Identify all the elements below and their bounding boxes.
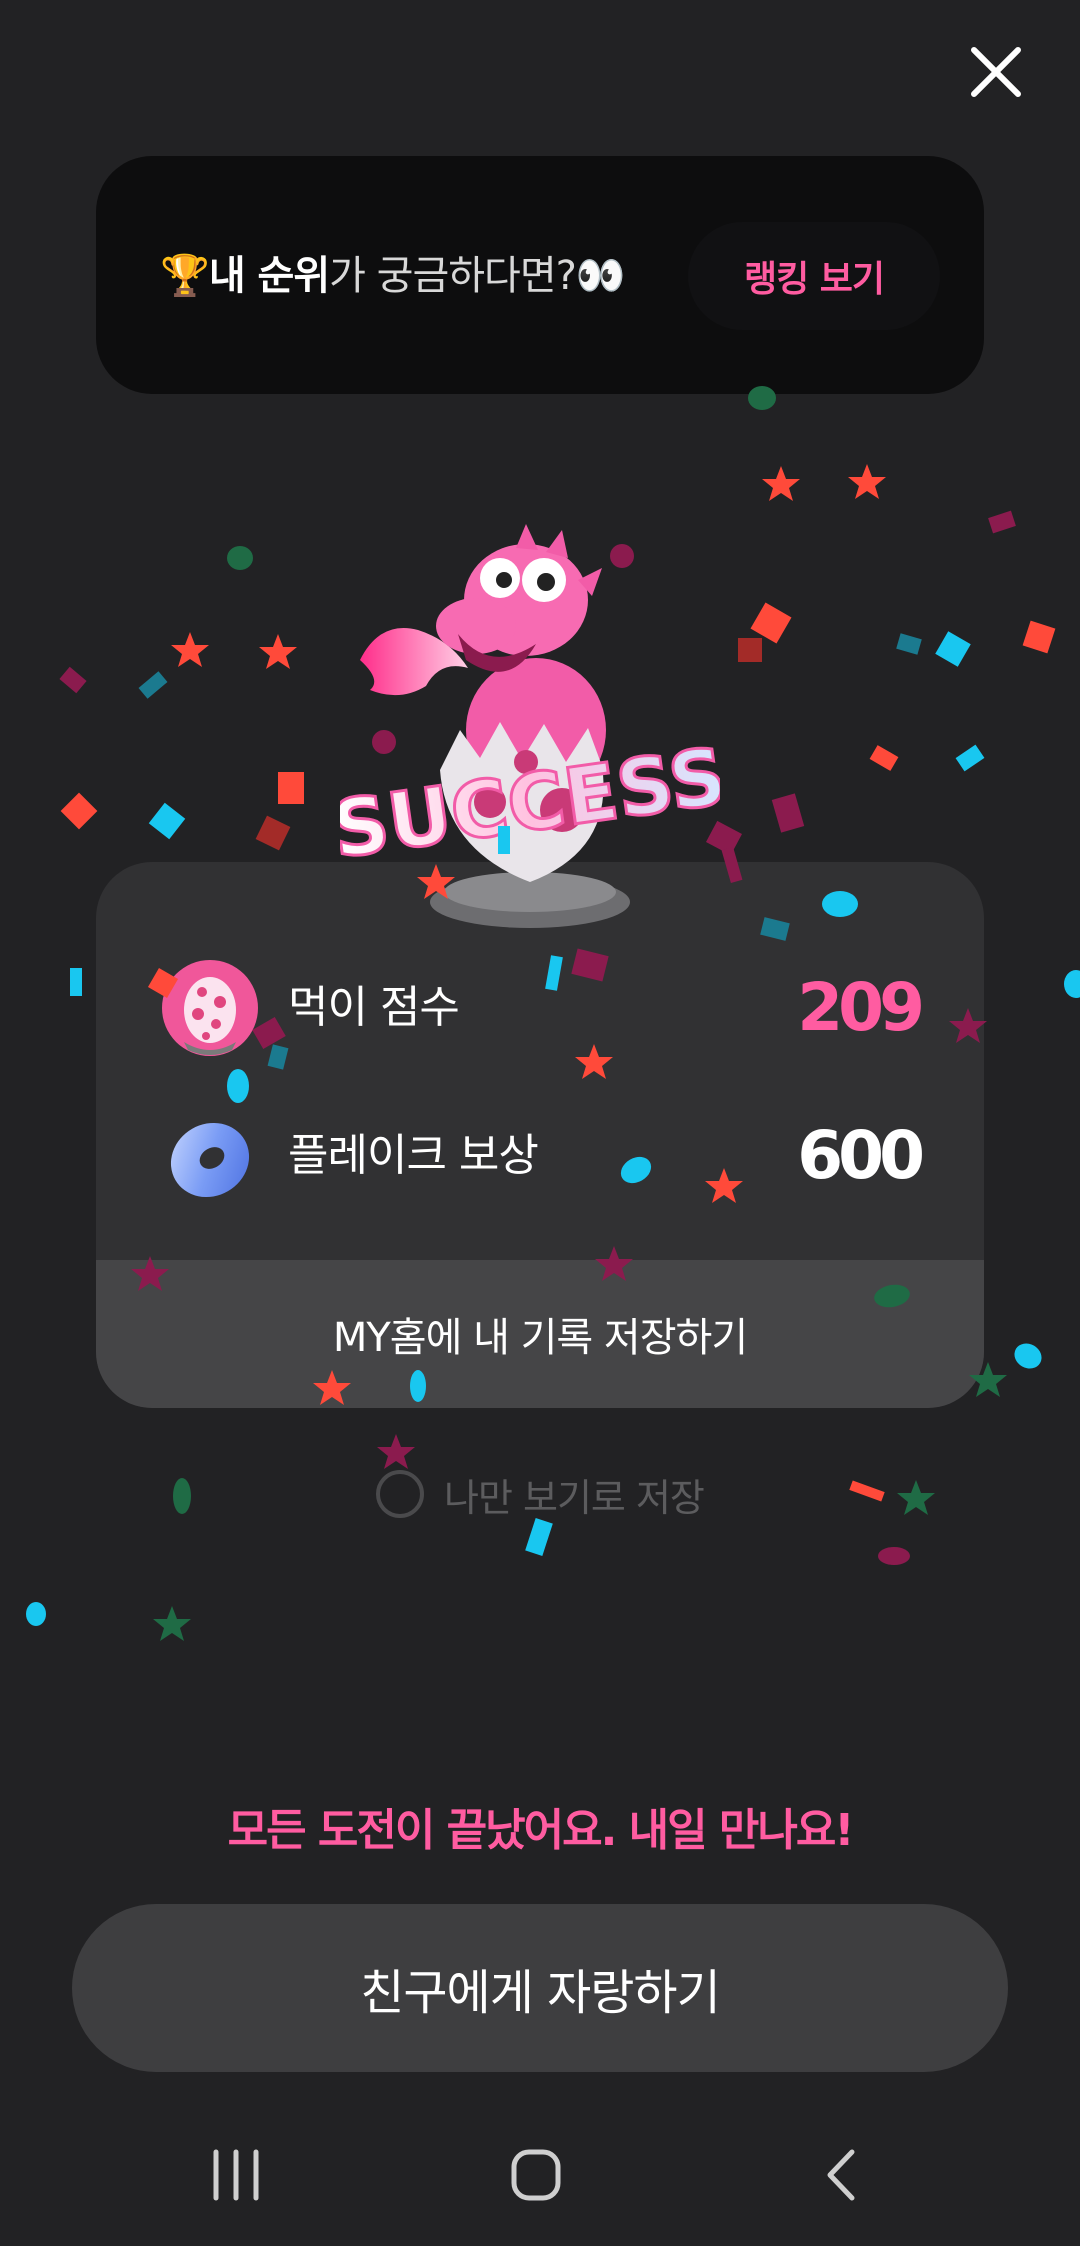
egg-icon xyxy=(162,960,258,1056)
ranking-prompt: 🏆내 순위가 궁금하다면?👀 xyxy=(160,246,626,306)
success-screen: 🏆내 순위가 궁금하다면?👀 랭킹 보기 먹이 점수 209 플레이크 보상 6… xyxy=(0,0,1080,2246)
result-card: 먹이 점수 209 플레이크 보상 600 MY홈에 내 기록 저장하기 xyxy=(96,862,984,1408)
eyes-icon: 👀 xyxy=(575,253,626,299)
ranking-highlight: 내 순위 xyxy=(208,253,330,299)
score-label: 먹이 점수 xyxy=(288,982,460,1033)
reward-label: 플레이크 보상 xyxy=(288,1130,539,1181)
recent-apps-button[interactable] xyxy=(176,2140,296,2210)
success-mascot-image: SUCCESS xyxy=(340,524,720,928)
ranking-banner: 🏆내 순위가 궁금하다면?👀 랭킹 보기 xyxy=(96,156,984,394)
private-save-option[interactable]: 나만 보기로 저장 xyxy=(376,1466,705,1522)
radio-circle-icon[interactable] xyxy=(376,1470,424,1518)
home-icon xyxy=(511,2149,561,2201)
save-record-button[interactable]: MY홈에 내 기록 저장하기 xyxy=(96,1260,984,1408)
view-ranking-button[interactable]: 랭킹 보기 xyxy=(688,222,940,330)
share-button[interactable]: 친구에게 자랑하기 xyxy=(72,1904,1008,2072)
score-value: 209 xyxy=(797,969,925,1046)
reward-row: 플레이크 보상 600 xyxy=(96,1106,984,1206)
close-icon xyxy=(971,47,1021,97)
back-icon xyxy=(827,2149,855,2201)
ranking-question: 가 궁금하다면? xyxy=(329,253,577,299)
home-button[interactable] xyxy=(476,2140,596,2210)
score-row: 먹이 점수 209 xyxy=(96,958,984,1058)
private-save-label: 나만 보기로 저장 xyxy=(444,1475,705,1520)
reward-value: 600 xyxy=(797,1117,925,1194)
donut-icon xyxy=(170,1122,250,1198)
back-button[interactable] xyxy=(780,2140,900,2210)
trophy-icon: 🏆 xyxy=(160,253,210,299)
close-button[interactable] xyxy=(964,40,1028,104)
recent-apps-icon xyxy=(213,2149,259,2201)
end-message: 모든 도전이 끝났어요. 내일 만나요! xyxy=(227,1805,855,1856)
navigation-bar xyxy=(0,2100,1080,2246)
